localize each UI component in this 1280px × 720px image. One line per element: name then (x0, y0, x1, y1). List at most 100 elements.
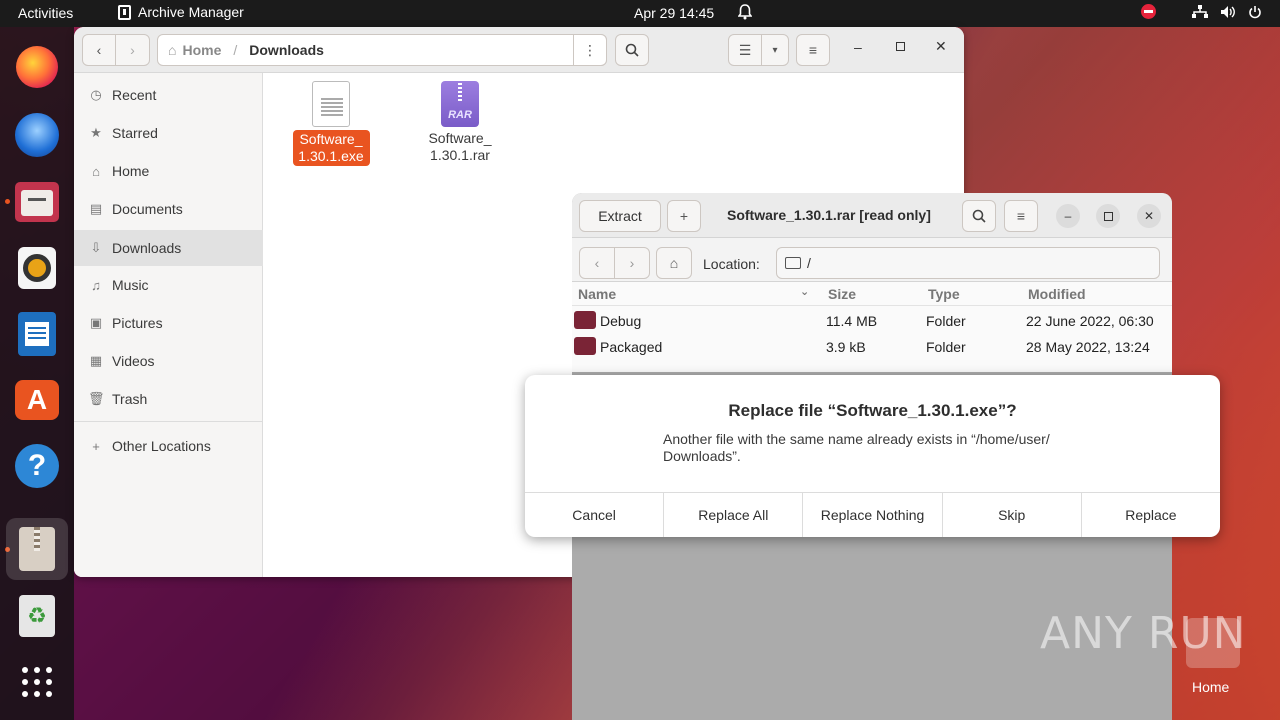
main-menu-button[interactable]: ≡ (796, 34, 830, 66)
watermark: ANY RUN (1040, 608, 1247, 659)
download-icon: ⇩ (90, 240, 102, 255)
archive-manager-icon[interactable] (13, 525, 61, 573)
column-size[interactable]: Size (828, 286, 856, 302)
sidebar-item-downloads[interactable]: ⇩ Downloads (74, 230, 263, 266)
path-menu-button[interactable]: ⋮ (573, 34, 607, 66)
running-indicator (5, 199, 10, 204)
maximize-button[interactable] (896, 42, 905, 51)
back-button[interactable]: ‹ (82, 34, 116, 66)
minimize-button[interactable]: – (854, 39, 862, 55)
home-icon: ⌂ (669, 255, 679, 271)
add-files-button[interactable]: + (667, 200, 701, 232)
column-type[interactable]: Type (928, 286, 960, 302)
plus-icon: + (92, 438, 100, 454)
path-current[interactable]: Downloads (249, 42, 324, 58)
app-center-icon[interactable]: A (13, 376, 61, 424)
archive-home-button[interactable]: ⌂ (656, 247, 692, 279)
rar-archive-icon: RAR (441, 81, 479, 127)
file-item-exe[interactable]: Software_ 1.30.1.exe (286, 81, 376, 166)
table-row[interactable]: Packaged 3.9 kB Folder 28 May 2022, 13:2… (572, 334, 1172, 360)
archive-forward-button[interactable]: › (614, 247, 650, 279)
chevron-right-icon: › (629, 255, 635, 271)
dock: A ? ♻ (0, 27, 74, 720)
minimize-button[interactable]: – (1056, 204, 1080, 228)
sidebar-item-trash[interactable]: 🗑 Trash (74, 381, 263, 417)
archive-menu-button[interactable]: ≡ (1004, 200, 1038, 232)
file-item-rar[interactable]: RAR Software_ 1.30.1.rar (415, 81, 505, 164)
folder-icon (574, 337, 596, 355)
archive-title: Software_1.30.1.rar [read only] (727, 207, 931, 223)
path-home[interactable]: Home (182, 42, 221, 58)
desktop-home-label: Home (1192, 679, 1230, 695)
libreoffice-writer-icon[interactable] (13, 310, 61, 358)
search-icon (625, 43, 639, 57)
archive-app-icon (118, 4, 131, 20)
list-header: Name ⌄ Size Type Modified (572, 282, 1172, 306)
music-icon: ♫ (91, 277, 101, 293)
replace-button[interactable]: Replace (1082, 493, 1220, 537)
view-list-button[interactable]: ☰ (728, 34, 762, 66)
sidebar-item-music[interactable]: ♫ Music (74, 267, 263, 303)
column-modified[interactable]: Modified (1028, 286, 1086, 302)
view-options-button[interactable]: ▾ (761, 34, 789, 66)
sidebar-item-documents[interactable]: ▤ Documents (74, 191, 263, 227)
show-apps-icon[interactable] (13, 658, 61, 706)
chevron-left-icon: ‹ (594, 255, 600, 271)
sidebar-item-home[interactable]: ⌂ Home (74, 153, 263, 189)
files-header-bar: ‹ › ⌂ Home / Downloads ⋮ ☰ ▾ ≡ – ✕ (74, 27, 964, 73)
clock[interactable]: Apr 29 14:45 (634, 5, 714, 21)
app-menu[interactable]: Archive Manager (118, 4, 244, 20)
sidebar-divider (74, 421, 263, 422)
help-icon[interactable]: ? (13, 442, 61, 490)
close-button[interactable]: ✕ (935, 38, 947, 55)
column-name[interactable]: Name (578, 286, 616, 302)
archive-back-button[interactable]: ‹ (579, 247, 615, 279)
volume-icon (1221, 5, 1235, 18)
thunderbird-icon[interactable] (13, 111, 61, 159)
firefox-icon[interactable] (13, 43, 61, 91)
dialog-button-row: Cancel Replace All Replace Nothing Skip … (525, 492, 1220, 537)
document-icon: ▤ (89, 201, 103, 216)
files-sidebar: ◷ Recent ★ Starred ⌂ Home ▤ Documents ⇩ Downl… (74, 73, 263, 577)
app-name: Archive Manager (138, 4, 244, 20)
hamburger-icon: ≡ (1016, 208, 1026, 224)
close-button[interactable]: ✕ (1137, 204, 1161, 228)
archive-search-button[interactable] (962, 200, 996, 232)
search-button[interactable] (615, 34, 649, 66)
text-file-icon (312, 81, 350, 127)
archive-location-bar: ‹ › ⌂ Location: / (572, 238, 1172, 282)
hamburger-icon: ≡ (808, 42, 818, 58)
cancel-button[interactable]: Cancel (525, 493, 665, 537)
sidebar-item-other-locations[interactable]: + Other Locations (74, 428, 263, 464)
skip-button[interactable]: Skip (943, 493, 1082, 537)
extract-button[interactable]: Extract (579, 200, 661, 232)
vertical-dots-icon: ⋮ (583, 41, 597, 58)
replace-all-button[interactable]: Replace All (664, 493, 804, 537)
archive-file-list: Name ⌄ Size Type Modified Debug 11.4 MB … (572, 282, 1172, 372)
dialog-title: Replace file “Software_1.30.1.exe”? (728, 401, 1017, 420)
star-icon: ★ (90, 125, 102, 140)
files-icon[interactable] (13, 178, 61, 226)
archive-header-bar: Extract + Software_1.30.1.rar [read only… (572, 193, 1172, 238)
sidebar-item-videos[interactable]: ▦ Videos (74, 343, 263, 379)
sidebar-item-pictures[interactable]: ▣ Pictures (74, 305, 263, 341)
sidebar-item-starred[interactable]: ★ Starred (74, 115, 263, 151)
maximize-button[interactable] (1096, 204, 1120, 228)
activities-button[interactable]: Activities (18, 5, 73, 21)
bell-icon[interactable] (737, 4, 753, 23)
sort-chevron-icon: ⌄ (800, 286, 810, 298)
replace-nothing-button[interactable]: Replace Nothing (803, 493, 943, 537)
location-label: Location: (703, 256, 760, 272)
chevron-down-icon: ▾ (772, 44, 778, 56)
path-bar[interactable]: ⌂ Home / Downloads (157, 34, 607, 66)
forward-button[interactable]: › (115, 34, 150, 66)
clock-icon: ◷ (90, 87, 102, 102)
trash-icon[interactable]: ♻ (13, 592, 61, 640)
location-field[interactable]: / (776, 247, 1160, 279)
table-row[interactable]: Debug 11.4 MB Folder 22 June 2022, 06:30 (572, 308, 1172, 334)
rhythmbox-icon[interactable] (13, 244, 61, 292)
plus-icon: + (679, 208, 689, 224)
file-label-selected: Software_ 1.30.1.exe (292, 130, 370, 166)
sidebar-item-recent[interactable]: ◷ Recent (74, 77, 263, 113)
system-tray[interactable] (1141, 4, 1262, 19)
